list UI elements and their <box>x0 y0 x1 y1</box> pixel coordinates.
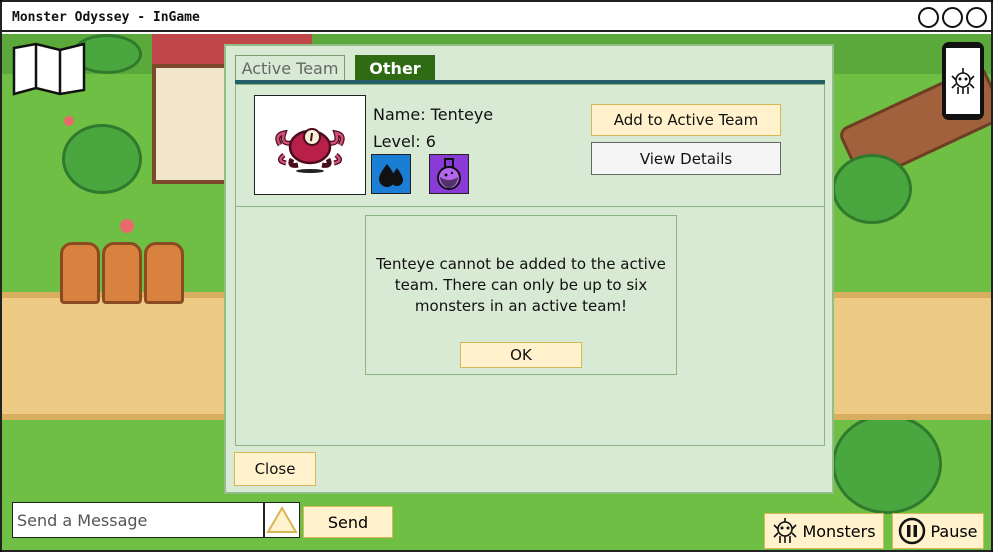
fence-post <box>144 242 184 304</box>
ok-button[interactable]: OK <box>460 342 582 368</box>
fence-post <box>60 242 100 304</box>
triangle-icon <box>266 506 298 533</box>
tenteye-sprite <box>275 128 345 173</box>
monster-info-panel: Name: Tenteye Level: 6 Add to Active Tea… <box>236 85 824 207</box>
monster-portrait <box>254 95 366 195</box>
tab-active-team[interactable]: Active Team <box>235 55 345 81</box>
fence-post <box>102 242 142 304</box>
close-window-button[interactable] <box>966 7 987 28</box>
title-bar: Monster Odyssey - InGame <box>2 2 991 32</box>
monster-icon <box>946 48 980 114</box>
pause-button[interactable]: Pause <box>892 513 984 549</box>
emoji-button[interactable] <box>264 502 300 538</box>
phone-icon[interactable] <box>942 42 984 120</box>
view-details-button[interactable]: View Details <box>591 142 781 175</box>
poison-icon <box>429 154 469 194</box>
send-button[interactable]: Send <box>303 506 393 538</box>
window-title: Monster Odyssey - InGame <box>12 10 200 25</box>
map-icon[interactable] <box>12 42 86 96</box>
flower <box>120 219 134 233</box>
maximize-button[interactable] <box>942 7 963 28</box>
flower <box>64 116 74 126</box>
tab-other[interactable]: Other <box>355 55 435 81</box>
bush <box>832 154 912 224</box>
monsters-button[interactable]: Monsters <box>764 513 884 549</box>
app-window: Monster Odyssey - InGame Active Team Oth… <box>0 0 993 552</box>
bush <box>832 414 942 514</box>
minimize-button[interactable] <box>918 7 939 28</box>
pause-label: Pause <box>930 521 978 541</box>
window-controls <box>918 7 987 28</box>
tab-content: Name: Tenteye Level: 6 Add to Active Tea… <box>235 84 825 446</box>
close-button[interactable]: Close <box>234 452 316 486</box>
monster-icon <box>773 518 798 543</box>
water-icon <box>371 154 411 194</box>
monster-dialog: Active Team Other Name: Tenteye Level: 6 <box>224 44 834 494</box>
monster-name: Name: Tenteye <box>373 105 494 124</box>
monster-level: Level: 6 <box>373 132 436 151</box>
monsters-label: Monsters <box>802 521 876 541</box>
message-input[interactable] <box>12 502 264 538</box>
bush <box>62 124 142 194</box>
add-to-active-team-button[interactable]: Add to Active Team <box>591 104 781 136</box>
alert-dialog: Tenteye cannot be added to the active te… <box>365 215 677 375</box>
pause-icon <box>899 517 926 545</box>
alert-message: Tenteye cannot be added to the active te… <box>376 255 666 315</box>
